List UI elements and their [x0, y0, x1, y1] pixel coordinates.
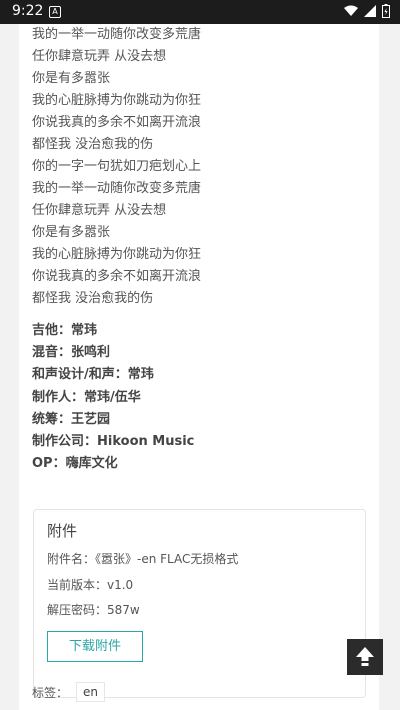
lyric-line: 我的心脏脉搏为你跳动为你狂	[32, 247, 202, 262]
attachment-name: 附件名：《嚣张》-en FLAC无损格式	[47, 552, 239, 566]
attachment-version: 当前版本：v1.0	[47, 578, 134, 592]
battery-icon	[382, 4, 390, 18]
status-bar: 9:22 A	[0, 0, 400, 24]
tag-chip[interactable]: en	[76, 682, 106, 702]
lyric-line: 你说我真的多余不如离开流浪	[32, 115, 202, 130]
credit-company: 制作公司：Hikoon Music	[32, 433, 195, 449]
credit-op: OP：嗨库文化	[32, 456, 118, 472]
wifi-icon	[344, 5, 358, 16]
lyric-line: 都怪我 没治愈我的伤	[32, 291, 154, 306]
lyric-line: 任你肆意玩弄 从没去想	[32, 203, 167, 218]
lyric-line: 我的一举一动随你改变多荒唐	[32, 181, 202, 196]
credit-producer: 制作人：常玮/伍华	[32, 389, 141, 405]
attachment-password: 解压密码：587w	[47, 603, 140, 617]
lyric-line: 你是有多嚣张	[32, 71, 111, 86]
tags-row: 标签： en	[32, 682, 106, 702]
attachment-title: 附件	[47, 522, 78, 540]
download-attachment-button[interactable]: 下载附件	[47, 631, 143, 662]
lyric-line: 你是有多嚣张	[32, 225, 111, 240]
lyric-line: 你说我真的多余不如离开流浪	[32, 269, 202, 284]
status-time: 9:22	[12, 3, 44, 19]
lyric-line: 我的心脏脉搏为你跳动为你狂	[32, 93, 202, 108]
tags-label: 标签：	[32, 685, 69, 700]
credit-harmony: 和声设计/和声：常玮	[32, 367, 154, 383]
lyric-line: 任你肆意玩弄 从没去想	[32, 49, 167, 64]
lyric-line: 你的一字一句犹如刀疤划心上	[32, 159, 202, 174]
signal-icon	[364, 5, 376, 17]
credits-block: 吉他：常玮 混音：张鸣利 和声设计/和声：常玮 制作人：常玮/伍华 统筹：王艺园…	[32, 320, 372, 475]
notification-a-icon: A	[49, 6, 61, 18]
arrow-up-icon	[356, 647, 374, 666]
lyric-line: 我的一举一动随你改变多荒唐	[32, 27, 202, 42]
back-to-top-button[interactable]	[347, 639, 383, 675]
lyric-line: 都怪我 没治愈我的伤	[32, 137, 154, 152]
credit-guitar: 吉他：常玮	[32, 323, 98, 338]
status-icons	[344, 4, 390, 18]
lyrics-block: 我的一举一动随你改变多荒唐 任你肆意玩弄 从没去想 你是有多嚣张 我的心脏脉搏为…	[32, 24, 372, 310]
credit-coordinator: 统筹：王艺园	[32, 411, 111, 427]
credit-mixing: 混音：张鸣利	[32, 345, 111, 361]
article-card: 我的一举一动随你改变多荒唐 任你肆意玩弄 从没去想 你是有多嚣张 我的心脏脉搏为…	[19, 24, 379, 710]
attachment-panel: 附件 附件名：《嚣张》-en FLAC无损格式 当前版本：v1.0 解压密码：5…	[33, 509, 366, 698]
